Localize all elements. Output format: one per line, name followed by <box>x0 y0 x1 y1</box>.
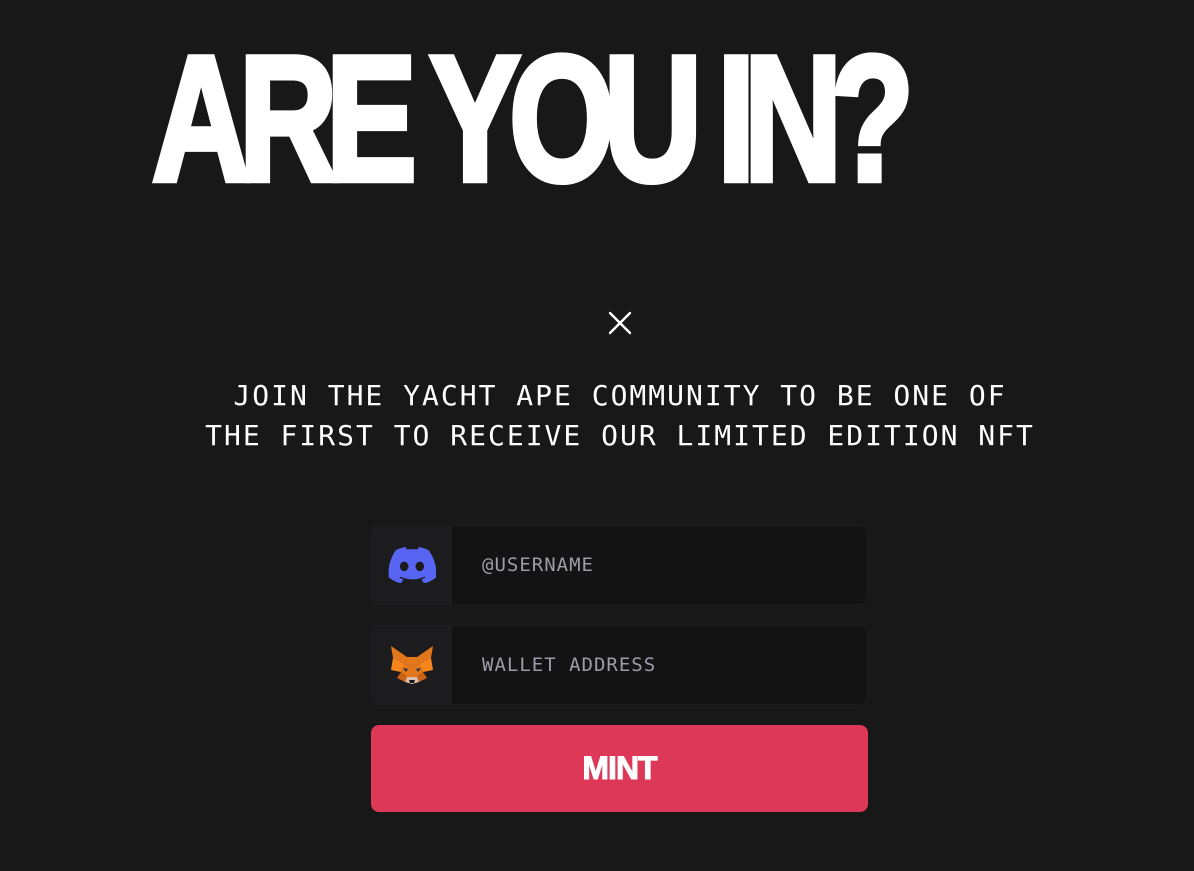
wallet-address-field <box>371 625 868 705</box>
metamask-icon-box <box>372 626 452 704</box>
metamask-fox-icon <box>391 646 433 684</box>
headline: ARE YOU IN? <box>150 19 917 219</box>
discord-icon-box <box>372 526 452 604</box>
close-button[interactable] <box>603 306 637 340</box>
mint-button[interactable]: MINT <box>371 725 868 812</box>
discord-username-input[interactable] <box>452 526 867 604</box>
wallet-address-input[interactable] <box>452 626 867 704</box>
close-icon <box>608 311 632 335</box>
modal-page: ARE YOU IN? JOIN THE YACHT APE COMMUNITY… <box>0 0 1194 871</box>
discord-icon <box>388 547 436 583</box>
tagline: JOIN THE YACHT APE COMMUNITY TO BE ONE O… <box>205 379 1035 452</box>
discord-username-field <box>371 525 868 605</box>
